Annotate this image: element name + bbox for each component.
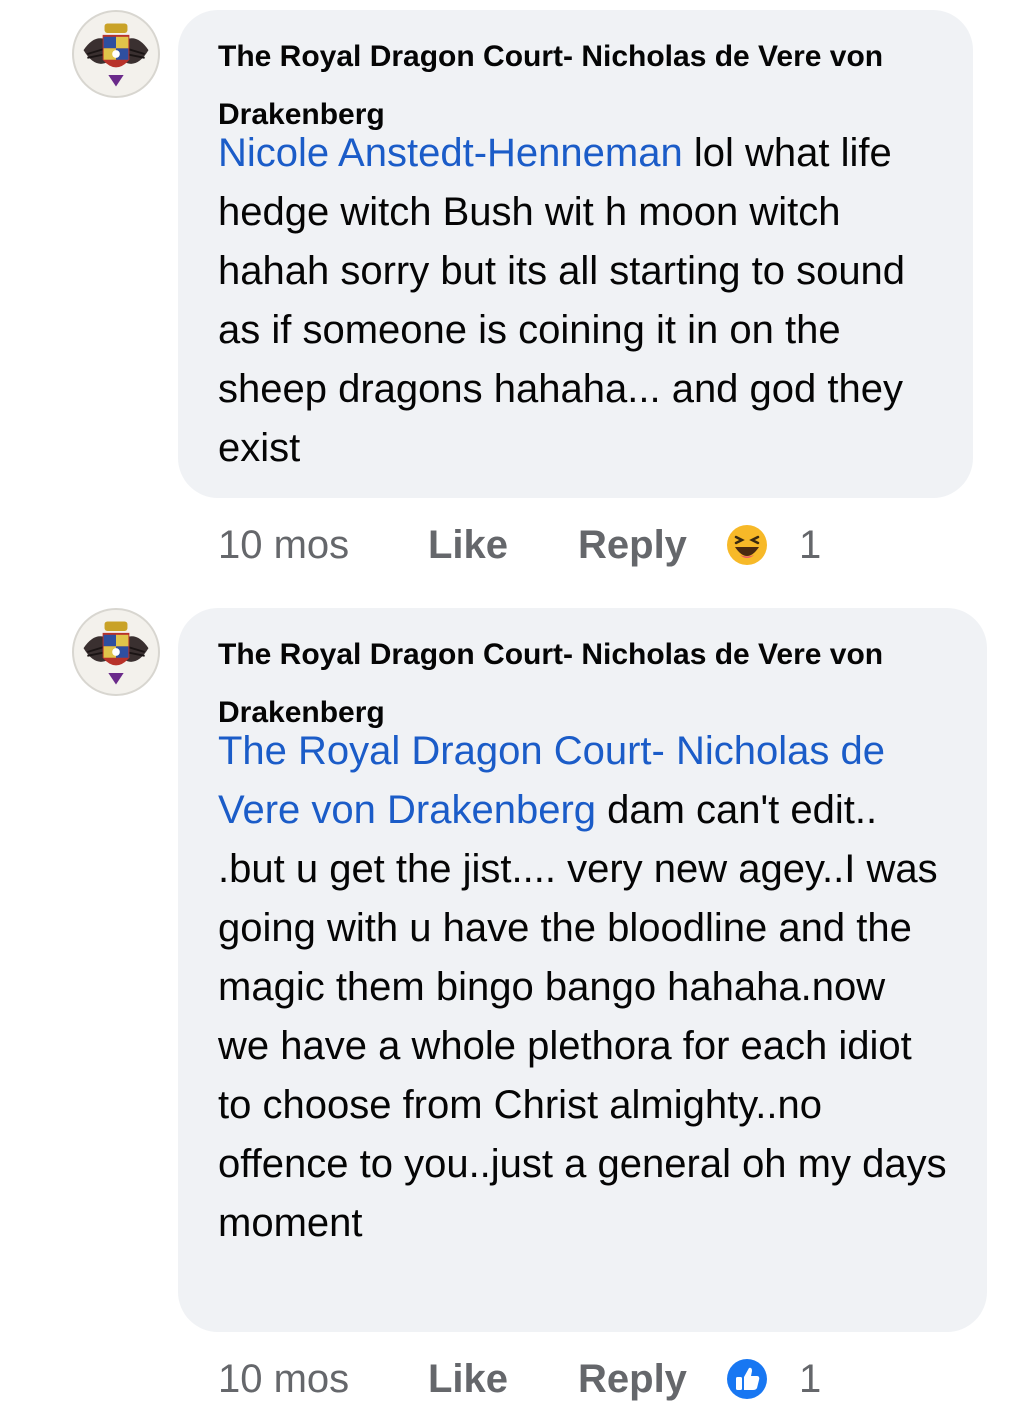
reaction-count[interactable]: 1 xyxy=(799,523,821,568)
coat-of-arms-icon xyxy=(75,13,157,95)
comment-body: dam can't edit.. .but u get the jist....… xyxy=(218,788,947,1245)
comment-text: The Royal Dragon Court- Nicholas de Vere… xyxy=(218,722,947,1253)
comment-actions: 10 mos Like Reply 1 xyxy=(218,515,821,575)
reply-button[interactable]: Reply xyxy=(578,523,723,568)
avatar[interactable] xyxy=(72,10,160,98)
mention-link[interactable]: Nicole Anstedt-Henneman xyxy=(218,131,683,175)
reaction-count[interactable]: 1 xyxy=(799,1357,821,1402)
avatar[interactable] xyxy=(72,608,160,696)
reply-button[interactable]: Reply xyxy=(578,1357,723,1402)
comment-actions: 10 mos Like Reply 1 xyxy=(218,1349,821,1409)
comment-timestamp[interactable]: 10 mos xyxy=(218,523,428,568)
comment-bubble: The Royal Dragon Court- Nicholas de Vere… xyxy=(178,10,973,498)
comment-body: lol what life hedge witch Bush wit h moo… xyxy=(218,131,906,470)
comment-bubble: The Royal Dragon Court- Nicholas de Vere… xyxy=(178,608,987,1332)
like-button[interactable]: Like xyxy=(428,1357,578,1402)
comment-text: Nicole Anstedt-Henneman lol what life he… xyxy=(218,124,933,478)
coat-of-arms-icon xyxy=(75,611,157,693)
haha-icon[interactable] xyxy=(723,521,771,569)
like-button[interactable]: Like xyxy=(428,523,578,568)
comment-timestamp[interactable]: 10 mos xyxy=(218,1357,428,1402)
like-icon[interactable] xyxy=(723,1355,771,1403)
